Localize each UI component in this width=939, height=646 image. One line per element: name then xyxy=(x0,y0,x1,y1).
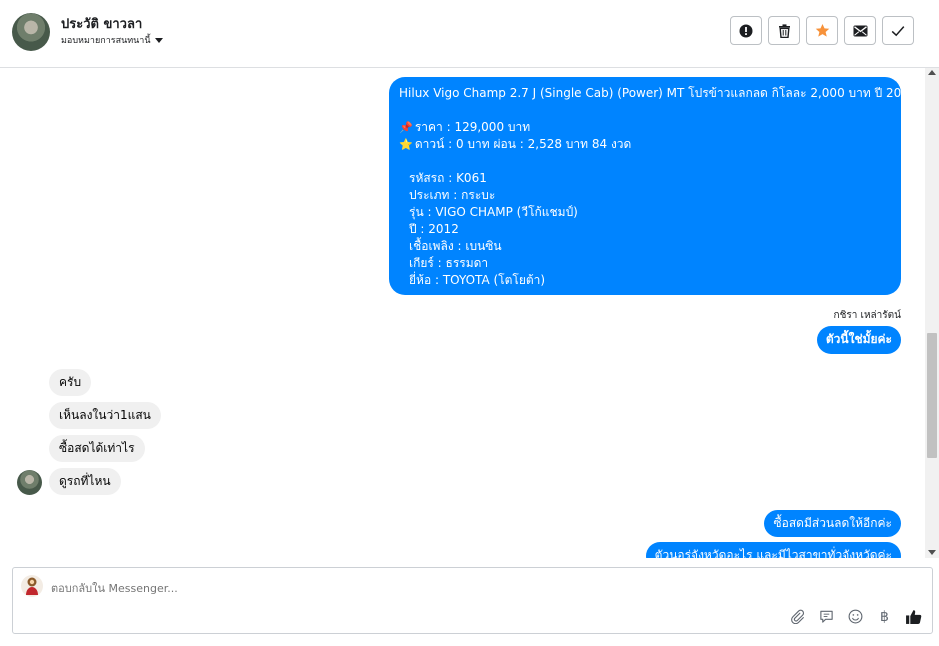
customer-message[interactable]: ซื้อสดได้เท่าไร xyxy=(49,435,145,462)
check-icon xyxy=(891,25,905,36)
detail-line: ปี : 2012 xyxy=(409,222,459,236)
detail-line: รหัสรถ : K061 xyxy=(409,171,487,185)
scroll-thumb[interactable] xyxy=(927,333,937,458)
agent-message[interactable]: ตัวนี้ใช่มั้ยค่ะ xyxy=(816,326,901,354)
listing-details: รหัสรถ : K061 ประเภท : กระบะ รุ่น : VIGO… xyxy=(399,170,891,289)
down-payment-line: ⭐ ดาวน์ : 0 บาท ผ่อน : 2,528 บาท 84 งวด xyxy=(399,136,891,153)
detail-line: เกียร์ : ธรรมดา xyxy=(409,256,489,270)
envelope-icon xyxy=(853,25,867,36)
contact-name[interactable]: ประวัติ ขาวลา xyxy=(61,13,142,34)
agent-message-partial[interactable]: ตัวนอร่จังหวัดอะไร และมีไวสาขาทั่วจังหวั… xyxy=(645,542,901,558)
detail-line: ยี่ห้อ : TOYOTA (โตโยต้า) xyxy=(409,273,546,287)
pin-icon: 📌 xyxy=(399,121,413,134)
assign-label: มอบหมายการสนทนานี้ xyxy=(61,36,151,46)
like-icon xyxy=(906,610,922,624)
paperclip-icon xyxy=(791,609,805,624)
composer-tools: ฿ xyxy=(789,608,922,625)
mark-unread-button[interactable] xyxy=(844,16,876,45)
detail-line: ประเภท : กระบะ xyxy=(409,188,496,202)
trash-icon xyxy=(778,23,790,38)
agent-name: กชิรา เหล่ารัตน์ xyxy=(833,310,901,321)
customer-message[interactable]: ครับ xyxy=(49,369,92,396)
scroll-down-arrow-icon[interactable] xyxy=(928,550,936,555)
saved-reply-button[interactable] xyxy=(818,608,835,625)
page-avatar xyxy=(21,575,43,597)
customer-avatar xyxy=(17,470,42,495)
payment-button[interactable]: ฿ xyxy=(876,608,893,625)
reply-input[interactable] xyxy=(51,582,751,595)
assign-conversation-dropdown[interactable]: มอบหมายการสนทนานี้ xyxy=(61,33,163,47)
down-payment-text: ดาวน์ : 0 บาท ผ่อน : 2,528 บาท 84 งวด xyxy=(414,137,632,151)
agent-message[interactable]: ซื้อสดมีส่วนลดให้อีกค่ะ xyxy=(764,510,901,537)
emoji-button[interactable] xyxy=(847,608,864,625)
price-text: ราคา : 129,000 บาท xyxy=(414,120,531,134)
customer-message[interactable]: ดูรถที่ไหน xyxy=(49,468,121,495)
conversation-header: ประวัติ ขาวลา มอบหมายการสนทนานี้ xyxy=(0,0,939,68)
delete-button[interactable] xyxy=(768,16,800,45)
saved-reply-icon xyxy=(820,610,833,623)
customer-message[interactable]: เห็นลงในว่า1แสน xyxy=(49,402,161,429)
star-icon xyxy=(815,23,829,37)
action-toolbar xyxy=(730,16,914,45)
message-thread[interactable]: Hilux Vigo Champ 2.7 J (Single Cab) (Pow… xyxy=(0,68,925,558)
mark-done-button[interactable] xyxy=(882,16,914,45)
thread-scrollbar[interactable] xyxy=(925,68,939,558)
price-line: 📌 ราคา : 129,000 บาท xyxy=(399,119,891,136)
alert-icon xyxy=(739,24,753,37)
spam-button[interactable] xyxy=(730,16,762,45)
reply-composer: ฿ xyxy=(12,567,933,634)
emoji-icon xyxy=(848,609,863,624)
page-logo-icon xyxy=(26,577,38,595)
like-button[interactable] xyxy=(905,608,922,625)
scroll-up-arrow-icon[interactable] xyxy=(928,70,936,75)
contact-avatar[interactable] xyxy=(12,13,50,51)
detail-line: เชื้อเพลิง : เบนซิน xyxy=(409,239,502,253)
listing-card-message[interactable]: Hilux Vigo Champ 2.7 J (Single Cab) (Pow… xyxy=(389,77,917,295)
detail-line: รุ่น : VIGO CHAMP (วีโก้แชมป์) xyxy=(409,205,578,219)
star-emoji-icon: ⭐ xyxy=(399,138,413,151)
star-button[interactable] xyxy=(806,16,838,45)
baht-icon: ฿ xyxy=(880,608,889,625)
attach-button[interactable] xyxy=(789,608,806,625)
listing-title: Hilux Vigo Champ 2.7 J (Single Cab) (Pow… xyxy=(399,86,917,100)
caret-down-icon xyxy=(154,37,163,43)
